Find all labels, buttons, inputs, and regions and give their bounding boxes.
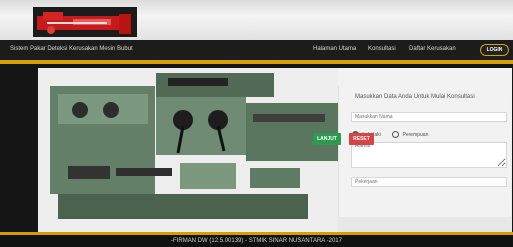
gender-perempuan-radio[interactable] bbox=[392, 131, 400, 138]
nav-konsultasi[interactable]: Konsultasi bbox=[368, 46, 396, 52]
address-textarea[interactable] bbox=[351, 142, 507, 168]
gender-perempuan-label[interactable]: Perempuan bbox=[403, 132, 429, 138]
header-banner bbox=[0, 0, 513, 40]
name-input[interactable] bbox=[351, 112, 507, 122]
navbar: Sistem Pakar Deteksi Kerusakan Mesin Bub… bbox=[0, 40, 513, 60]
app-title[interactable]: Sistem Pakar Deteksi Kerusakan Mesin Bub… bbox=[10, 46, 133, 52]
hero-section: Masukkan Data Anda Untuk Mulai Konsultas… bbox=[38, 68, 512, 232]
nav-daftar-kerusakan[interactable]: Daftar Kerusakan bbox=[409, 46, 456, 52]
nav-halaman-utama[interactable]: Halaman Utama bbox=[313, 46, 356, 52]
login-button[interactable]: LOGIN bbox=[480, 44, 509, 56]
consultation-form: Masukkan Data Anda Untuk Mulai Konsultas… bbox=[338, 86, 511, 217]
form-title: Masukkan Data Anda Untuk Mulai Konsultas… bbox=[355, 94, 475, 100]
reset-button[interactable]: RESET bbox=[349, 133, 374, 145]
occupation-input[interactable] bbox=[351, 177, 507, 187]
submit-button[interactable]: LANJUT bbox=[313, 133, 341, 145]
lathe-machine-image bbox=[38, 68, 338, 232]
lathe-logo-icon[interactable] bbox=[33, 7, 137, 37]
footer-credit: -FIRMAN DW (12.5.00139) - STMIK SINAR NU… bbox=[0, 235, 513, 247]
